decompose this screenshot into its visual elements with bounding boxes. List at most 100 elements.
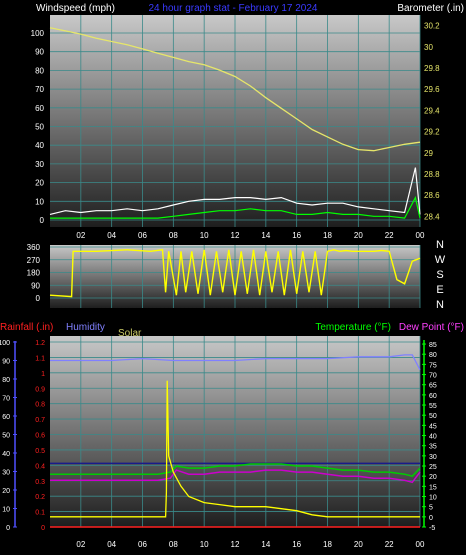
- rain-x-tick-label: 00: [416, 540, 425, 549]
- temp-tick-label: 20: [429, 474, 437, 481]
- wind-y-tick-label: 80: [35, 66, 44, 75]
- humidity-tick-label: 0: [6, 525, 10, 532]
- weather-graph: Windspeed (mph) 24 hour graph stat - Feb…: [0, 3, 464, 549]
- temp-tick-label: 65: [429, 383, 437, 390]
- barometer-tick-label: 29.8: [424, 64, 440, 73]
- temp-tick-label: 60: [429, 393, 437, 400]
- barometer-tick-label: 30.2: [424, 22, 440, 31]
- temp-tick-label: 5: [429, 505, 433, 512]
- direction-y-tick-label: 90: [31, 281, 40, 290]
- humidity-tick-label: 30: [2, 470, 10, 477]
- temp-tick-label: 80: [429, 352, 437, 359]
- rain-tick-label: 0.3: [35, 479, 45, 486]
- rain-tick-label: 0.9: [35, 386, 45, 393]
- rain-tick-label: 0.5: [35, 448, 45, 455]
- barometer-tick-label: 28.6: [424, 191, 440, 200]
- barometer-tick-label: 30: [424, 43, 433, 52]
- wind-y-tick-label: 0: [40, 216, 45, 225]
- wind-x-tick-label: 06: [138, 231, 147, 240]
- rain-x-tick-label: 08: [169, 540, 178, 549]
- humidity-tick-label: 20: [2, 488, 10, 495]
- humidity-axis-title: Humidity: [66, 322, 105, 333]
- dewpoint-axis-title: Dew Point (°F): [399, 322, 464, 333]
- rain-x-tick-label: 20: [354, 540, 363, 549]
- temp-tick-label: 0: [429, 515, 433, 522]
- wind-x-tick-label: 12: [231, 231, 240, 240]
- temp-tick-label: 25: [429, 464, 437, 471]
- rain-tick-label: 0.4: [35, 463, 45, 470]
- humidity-tick-label: 60: [2, 414, 10, 421]
- rain-x-tick-label: 22: [385, 540, 394, 549]
- rain-x-tick-label: 14: [261, 540, 270, 549]
- wind-y-tick-label: 60: [35, 104, 44, 113]
- barometer-tick-label: 29.6: [424, 85, 440, 94]
- rain-x-tick-label: 04: [107, 540, 116, 549]
- wind-x-tick-label: 02: [76, 231, 85, 240]
- temp-tick-label: 10: [429, 495, 437, 502]
- rain-x-tick-label: 10: [200, 540, 209, 549]
- rain-x-tick-label: 06: [138, 540, 147, 549]
- chart-title: 24 hour graph stat - February 17 2024: [149, 3, 318, 14]
- direction-y-tick-label: 360: [27, 243, 41, 252]
- humidity-tick-label: 90: [2, 359, 10, 366]
- wind-y-tick-label: 40: [35, 141, 44, 150]
- temp-tick-label: 40: [429, 434, 437, 441]
- rain-tick-label: 0.2: [35, 494, 45, 501]
- rain-tick-label: 0.8: [35, 402, 45, 409]
- solar-legend: Solar: [118, 328, 142, 339]
- humidity-tick-label: 80: [2, 377, 10, 384]
- wind-x-tick-label: 22: [385, 231, 394, 240]
- humidity-tick-label: 40: [2, 451, 10, 458]
- compass-label: E: [436, 284, 443, 296]
- compass-label: S: [436, 269, 443, 281]
- wind-y-tick-label: 30: [35, 160, 44, 169]
- barometer-tick-label: 28.8: [424, 170, 440, 179]
- direction-y-tick-label: 270: [27, 256, 41, 265]
- direction-y-tick-label: 0: [36, 294, 41, 303]
- temp-tick-label: 50: [429, 413, 437, 420]
- compass-label: N: [436, 299, 444, 311]
- temp-tick-label: 15: [429, 484, 437, 491]
- rain-tick-label: 0.7: [35, 417, 45, 424]
- humidity-tick-label: 10: [2, 507, 10, 514]
- wind-axis-title: Windspeed (mph): [36, 3, 115, 14]
- rain-x-tick-label: 16: [292, 540, 301, 549]
- temp-tick-label: 75: [429, 362, 437, 369]
- wind-x-tick-label: 00: [416, 231, 425, 240]
- temp-tick-label: -5: [429, 525, 435, 532]
- temp-tick-label: 45: [429, 423, 437, 430]
- wind-y-tick-label: 10: [35, 197, 44, 206]
- barometer-tick-label: 29.4: [424, 106, 440, 115]
- rain-tick-label: 0.1: [35, 510, 45, 517]
- barometer-tick-label: 28.4: [424, 212, 440, 221]
- humidity-tick-label: 50: [2, 433, 10, 440]
- wind-y-tick-label: 70: [35, 85, 44, 94]
- compass-label: N: [436, 239, 444, 251]
- wind-x-tick-label: 18: [323, 231, 332, 240]
- barometer-tick-label: 29.2: [424, 128, 440, 137]
- temp-tick-label: 30: [429, 454, 437, 461]
- rain-tick-label: 0: [41, 525, 45, 532]
- rain-tick-label: 0.6: [35, 433, 45, 440]
- direction-y-tick-label: 180: [27, 269, 41, 278]
- barometer-axis-title: Barometer (.in): [397, 3, 464, 14]
- wind-x-tick-label: 20: [354, 231, 363, 240]
- wind-x-tick-label: 08: [169, 231, 178, 240]
- humidity-tick-label: 100: [0, 340, 10, 347]
- rain-x-tick-label: 18: [323, 540, 332, 549]
- temp-tick-label: 85: [429, 342, 437, 349]
- compass-label: W: [435, 254, 446, 266]
- humidity-tick-label: 70: [2, 396, 10, 403]
- rain-tick-label: 1: [41, 371, 45, 378]
- wind-x-tick-label: 14: [261, 231, 270, 240]
- rainfall-axis-title: Rainfall (.in): [0, 322, 53, 333]
- temp-tick-label: 55: [429, 403, 437, 410]
- rain-x-tick-label: 02: [76, 540, 85, 549]
- wind-y-tick-label: 90: [35, 48, 44, 57]
- rain-tick-label: 1.2: [35, 340, 45, 347]
- temp-tick-label: 35: [429, 444, 437, 451]
- temperature-axis-title: Temperature (°F): [315, 322, 391, 333]
- wind-y-tick-label: 20: [35, 179, 44, 188]
- wind-x-tick-label: 16: [292, 231, 301, 240]
- rain-x-tick-label: 12: [231, 540, 240, 549]
